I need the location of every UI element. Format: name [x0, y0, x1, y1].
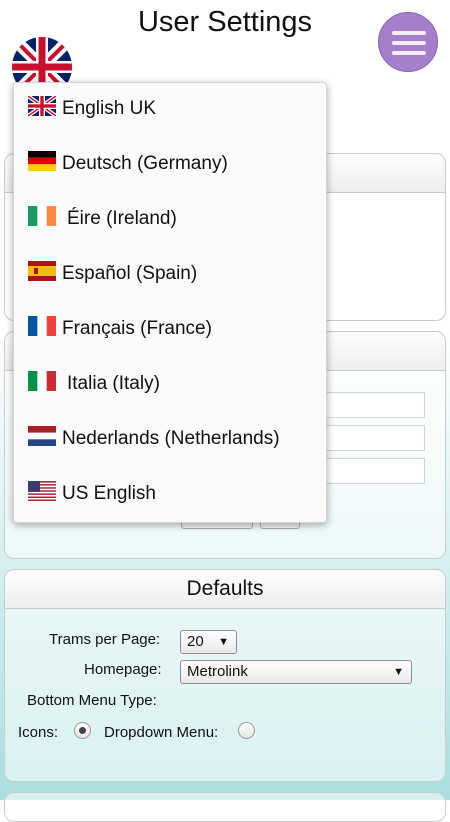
us-flag-icon — [28, 481, 56, 501]
italy-flag-icon — [28, 371, 56, 391]
language-option-english-uk[interactable]: English UK — [14, 83, 326, 138]
chevron-down-icon: ▼ — [393, 666, 404, 678]
hamburger-icon — [392, 31, 426, 35]
language-option-us-english[interactable]: US English — [14, 468, 326, 523]
language-option-nederlands[interactable]: Nederlands (Netherlands) — [14, 413, 326, 468]
language-option-deutsch[interactable]: Deutsch (Germany) — [14, 138, 326, 193]
language-option-espanol[interactable]: Español (Spain) — [14, 248, 326, 303]
dropdown-menu-label: Dropdown Menu: — [104, 724, 219, 741]
trams-per-page-label: Trams per Page: — [49, 631, 161, 648]
language-option-label: Italia (Italy) — [67, 373, 160, 394]
icons-label: Icons: — [18, 724, 59, 741]
bottom-menu-type-label: Bottom Menu Type: — [27, 692, 157, 709]
spain-flag-icon — [28, 261, 56, 281]
text-input[interactable] — [323, 458, 425, 484]
defaults-heading: Defaults — [5, 570, 445, 609]
icons-radio[interactable] — [74, 722, 91, 739]
hamburger-icon-line — [392, 51, 426, 55]
trams-per-page-value: 20 — [187, 633, 204, 650]
ireland-flag-icon — [28, 206, 56, 226]
language-option-label: Español (Spain) — [62, 263, 198, 284]
language-option-label: English UK — [62, 98, 156, 119]
language-option-francais[interactable]: Français (France) — [14, 303, 326, 358]
language-option-label: US English — [62, 483, 156, 504]
chevron-down-icon: ▼ — [218, 636, 229, 648]
netherlands-flag-icon — [28, 426, 56, 446]
text-input[interactable] — [323, 392, 425, 418]
menu-button[interactable] — [378, 12, 438, 72]
hamburger-icon-line — [392, 41, 426, 45]
france-flag-icon — [28, 316, 56, 336]
settings-panel-4 — [4, 792, 446, 822]
language-option-label: Nederlands (Netherlands) — [62, 428, 280, 449]
language-dropdown: English UK Deutsch (Germany) Éire (Irela… — [13, 82, 327, 523]
dropdown-menu-radio[interactable] — [238, 722, 255, 739]
trams-per-page-select[interactable]: 20 ▼ — [180, 630, 237, 654]
homepage-label: Homepage: — [84, 661, 162, 678]
language-option-label: Deutsch (Germany) — [62, 153, 228, 174]
language-option-eire[interactable]: Éire (Ireland) — [14, 193, 326, 248]
germany-flag-icon — [28, 151, 56, 171]
homepage-select[interactable]: Metrolink ▼ — [180, 660, 412, 684]
homepage-value: Metrolink — [187, 663, 248, 680]
language-option-label: Éire (Ireland) — [67, 208, 177, 229]
uk-flag-icon — [28, 96, 56, 116]
text-input[interactable] — [323, 425, 425, 451]
language-option-label: Français (France) — [62, 318, 212, 339]
language-option-italia[interactable]: Italia (Italy) — [14, 358, 326, 413]
